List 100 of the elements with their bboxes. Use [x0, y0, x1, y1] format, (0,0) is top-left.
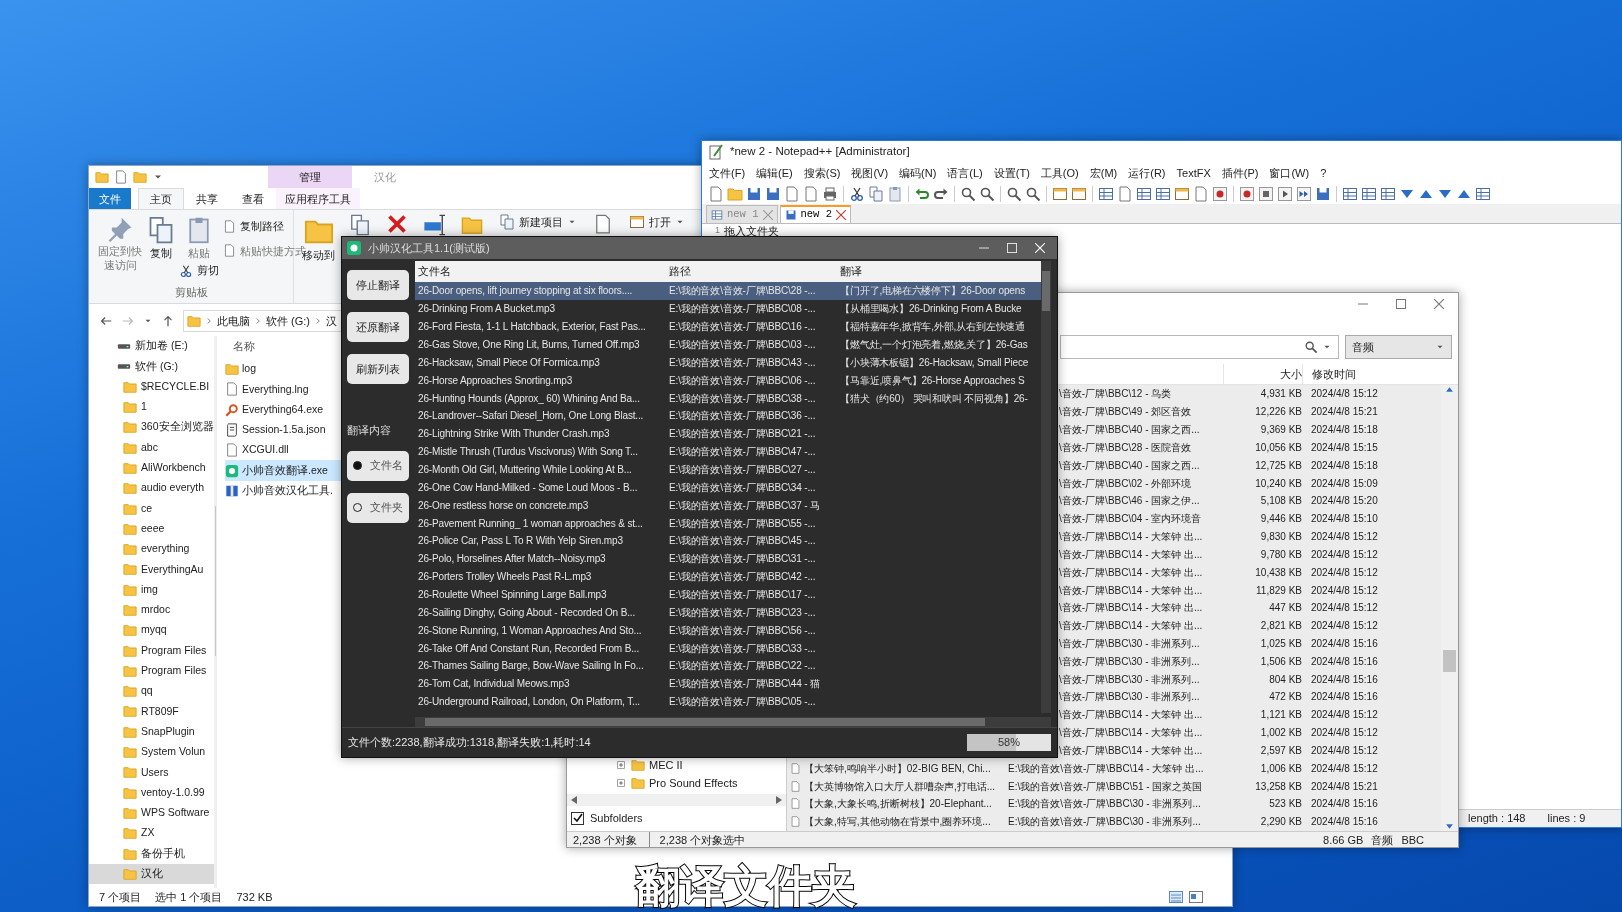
fast-forward-icon[interactable] — [1296, 185, 1312, 202]
grid-icon[interactable] — [1342, 185, 1358, 202]
tree-item[interactable]: ce — [89, 498, 214, 519]
table-row[interactable]: 26-Underground Railroad, London, On Platform, T... E:\我的音效\音效-厂牌\BBC\05 -... — [415, 692, 1041, 711]
table-row[interactable]: 26-Ford Fiesta, 1-1 L Hatchback, Exterior, Fast Pas... E:\我的音效\音效-厂牌\BBC\16 -... 【福特嘉年华,掀背车,外部,从右到左快速通 — [415, 317, 1041, 336]
copy-icon[interactable] — [349, 214, 371, 236]
column-header[interactable]: 文件名 — [415, 263, 669, 280]
column-header[interactable]: 大小 — [1223, 364, 1302, 384]
action-button[interactable]: 刷新列表 — [347, 354, 409, 384]
scrollbar[interactable] — [1041, 261, 1051, 713]
tree-item[interactable]: 新加卷 (E:) — [89, 336, 214, 357]
table-row[interactable]: 26-Door opens, lift journey stopping at six floors.... E:\我的音效\音效-厂牌\BBC\28 -... 【门开了,电梯在六楼停下】26-Door opens — [415, 282, 1041, 300]
document-icon[interactable] — [223, 219, 236, 233]
tree-item[interactable]: 汉化 — [89, 863, 214, 884]
pin-label[interactable]: 固定到快速访问 — [97, 245, 143, 273]
window-icon[interactable] — [1174, 185, 1190, 202]
search-icon[interactable] — [1025, 185, 1041, 202]
record-icon[interactable] — [1212, 185, 1228, 202]
stop-icon[interactable] — [1258, 185, 1274, 202]
file-item[interactable]: 小帅音效汉化工具. — [225, 480, 341, 502]
search-icon[interactable] — [1006, 185, 1022, 202]
document-icon[interactable] — [114, 170, 128, 184]
triangle-up-icon[interactable] — [1445, 385, 1454, 394]
file-item[interactable]: 小帅音效翻译.exe — [225, 460, 341, 481]
grid-icon[interactable] — [1361, 185, 1377, 202]
table-row[interactable]: 26-One restless horse on concrete.mp3 E:\我的音效\音效-厂牌\BBC\37 - 马 — [415, 496, 1041, 515]
radio-option[interactable]: 文件夹 — [347, 492, 409, 523]
ribbon-tab[interactable]: 主页 — [138, 188, 184, 209]
tree-item[interactable]: img — [89, 579, 214, 600]
menu-item[interactable]: 编辑(E) — [756, 164, 793, 182]
tree-item[interactable]: Pro Sound Effects — [567, 774, 786, 792]
tree-item[interactable]: everything — [89, 538, 214, 560]
tiles-view-icon[interactable] — [1188, 889, 1204, 905]
column-header[interactable]: 路径 — [669, 263, 840, 280]
window-icon[interactable] — [629, 214, 645, 231]
file-item[interactable]: Everything.lng — [225, 379, 341, 400]
column-header[interactable]: 名称 — [225, 336, 325, 359]
scroll-right-icon[interactable] — [776, 796, 782, 804]
rename-icon[interactable] — [423, 214, 445, 236]
tree-item[interactable]: Program Files — [89, 640, 214, 661]
maximize-icon[interactable] — [1396, 299, 1406, 309]
grid-icon[interactable] — [1098, 185, 1114, 202]
table-row[interactable]: 26-Sailing Dinghy, Going About - Recorded On B... E:\我的音效\音效-厂牌\BBC\23 -... — [415, 603, 1041, 622]
table-row[interactable]: 26-Police Car, Pass L To R With Yelp Siren.mp3 E:\我的音效\音效-厂牌\BBC\45 -... — [415, 532, 1041, 550]
file-tab[interactable]: 文件 — [89, 188, 131, 209]
breadcrumb[interactable]: 此电脑 — [217, 312, 250, 330]
menu-item[interactable]: TextFX — [1176, 164, 1211, 182]
scissors-icon[interactable] — [179, 263, 193, 278]
grid-icon[interactable] — [1380, 185, 1396, 202]
scroll-thumb[interactable] — [425, 718, 985, 726]
pin-icon[interactable] — [107, 216, 133, 242]
up-arrow-icon[interactable] — [161, 314, 175, 328]
table-row[interactable]: 26-Polo, Horselines After Match--Noisy.mp3 E:\我的音效\音效-厂牌\BBC\31 -... — [415, 549, 1041, 568]
tree-item[interactable]: 1 — [89, 396, 214, 418]
ribbon-tab[interactable]: 共享 — [184, 188, 230, 209]
document-tab[interactable]: new 2 — [779, 205, 852, 223]
menu-item[interactable]: 插件(P) — [1221, 164, 1259, 182]
scroll-thumb[interactable] — [1042, 271, 1050, 311]
table-row[interactable]: 26-Pavement Running_ 1 woman approaches & st... E:\我的音效\音效-厂牌\BBC\55 -... — [415, 514, 1041, 533]
menu-item[interactable]: 工具(O) — [1040, 164, 1079, 182]
tree-item[interactable]: RT809F — [89, 701, 214, 722]
file-item[interactable]: XCGUI.dll — [225, 440, 341, 461]
table-row[interactable]: 26-Stone Running, 1 Woman Approaches And Sto... E:\我的音效\音效-厂牌\BBC\56 -... — [415, 621, 1041, 640]
document-icon[interactable] — [593, 214, 613, 234]
tree-item[interactable]: AliWorkbench — [89, 457, 214, 479]
table-row[interactable]: 26-Hunting Hounds (Approx_ 60) Whining And Ba... E:\我的音效\音效-厂牌\BBC\38 -... 【猎犬（约60） 哭叫和吠叫 不同视角】26- — [415, 389, 1041, 407]
ribbon-tab[interactable]: 查看 — [230, 188, 276, 209]
record-icon[interactable] — [1239, 185, 1255, 202]
scrollbar[interactable] — [213, 336, 216, 888]
grid-icon[interactable] — [1136, 185, 1152, 202]
printer-icon[interactable] — [822, 185, 838, 202]
clipboard-icon[interactable] — [887, 185, 903, 202]
cut-label[interactable]: 剪切 — [197, 263, 219, 278]
table-row[interactable]: 26-Lightning Strike With Thunder Crash.mp3 E:\我的音效\音效-厂牌\BBC\21 -... — [415, 424, 1041, 443]
copy-icon[interactable] — [147, 216, 175, 244]
tree-item[interactable]: 360安全浏览器 — [89, 417, 214, 438]
filter-dropdown[interactable]: 音频 — [1345, 335, 1452, 359]
tree-item[interactable]: qq — [89, 681, 214, 702]
table-row[interactable]: 26-Roulette Wheel Spinning Large Ball.mp3 E:\我的音效\音效-厂牌\BBC\17 -... — [415, 585, 1041, 604]
scrollbar[interactable] — [415, 717, 1051, 727]
column-header[interactable]: 翻译 — [840, 263, 1041, 280]
tree-item[interactable]: 备份手机 — [89, 843, 214, 864]
table-row[interactable]: 26-One Cow Hand-Milked - Some Loud Moos - B... E:\我的音效\音效-厂牌\BBC\34 -... — [415, 478, 1041, 497]
menu-item[interactable]: 宏(M) — [1089, 164, 1118, 182]
grid-icon[interactable] — [1155, 185, 1171, 202]
tree-item[interactable]: ZX — [89, 823, 214, 844]
copy-path-label[interactable]: 复制路径 — [240, 218, 284, 235]
copy-label[interactable]: 复制 — [150, 247, 172, 261]
breadcrumb[interactable]: 汉 — [326, 312, 337, 330]
tree-item[interactable]: mrdoc — [89, 599, 214, 621]
table-row[interactable]: 26-Porters Trolley Wheels Past R-L.mp3 E:\我的音效\音效-厂牌\BBC\42 -... — [415, 567, 1041, 586]
breadcrumb[interactable]: 软件 (G:) — [266, 312, 310, 330]
search-icon[interactable] — [960, 185, 976, 202]
scroll-left-icon[interactable] — [571, 796, 577, 804]
scissors-icon[interactable] — [849, 185, 865, 202]
tree-item[interactable]: Users — [89, 762, 214, 783]
document-icon[interactable] — [223, 244, 236, 258]
file-item[interactable]: Everything64.exe — [225, 399, 341, 420]
copy-icon[interactable] — [499, 214, 515, 231]
table-row[interactable]: 26-Landrover--Safari Diesel_Horn, One Long Blast... E:\我的音效\音效-厂牌\BBC\36 -... — [415, 407, 1041, 425]
